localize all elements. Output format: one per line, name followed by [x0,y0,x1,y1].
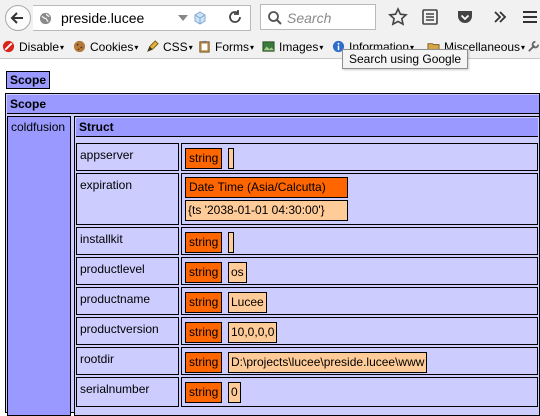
scope-key-cell: coldfusion [7,116,71,416]
struct-row-value: string [181,143,538,171]
type-tag[interactable]: string [185,322,223,343]
scope-header-collapsed[interactable]: Scope [6,71,50,89]
type-tag[interactable]: string [185,382,223,403]
devbar-item-cookies[interactable]: Cookies▾ [73,40,138,54]
value-tag [228,148,234,169]
pocket-icon[interactable] [455,7,475,27]
struct-row-value: string [181,227,538,255]
search-tooltip: Search using Google [342,49,469,69]
struct-row-value: string D:\projects\lucee\preside.lucee\w… [181,347,538,375]
struct-row-value: string 0 [181,377,538,407]
struct-row-value: string 10,0,0,0 [181,317,538,345]
cube-icon[interactable] [193,11,207,25]
reading-list-icon[interactable] [420,7,440,27]
back-arrow-icon [10,12,23,24]
no-entry-icon [2,40,15,53]
devbar-label: CSS [163,40,188,54]
struct-row-key[interactable]: appserver [76,143,179,171]
struct-row-value: string Lucee [181,287,538,315]
cookie-icon [73,40,86,53]
devbar-label: Cookies [90,40,134,54]
globe-icon [39,12,52,25]
clipboard-icon [199,40,210,53]
back-button[interactable] [5,5,31,31]
struct-row-key[interactable]: productlevel [76,257,179,285]
struct-row-value: string os [181,257,538,285]
struct-row-key[interactable]: serialnumber [76,377,179,407]
reload-icon[interactable] [227,9,243,25]
search-icon [268,11,282,25]
struct-row-key[interactable]: installkit [76,227,179,255]
type-tag[interactable]: string [185,292,223,313]
struct-header[interactable]: Struct [76,118,538,137]
value-tag [228,232,234,253]
struct-row-key[interactable]: productname [76,287,179,315]
search-placeholder: Search [287,10,332,26]
value-tag: D:\projects\lucee\preside.lucee\www [228,352,428,373]
scope-key-label: coldfusion [11,120,66,134]
navigation-toolbar: preside.lucee Search [0,0,540,35]
scope-table: Scope coldfusion Struct appserver string… [5,93,540,416]
type-tag[interactable]: string [185,262,223,283]
type-tag[interactable]: string [185,352,223,373]
url-text: preside.lucee [61,10,145,26]
type-tag[interactable]: Date Time (Asia/Calcutta) [185,177,348,198]
struct-row-key[interactable]: expiration [76,173,179,225]
struct-row-key[interactable]: rootdir [76,347,179,375]
pencil-icon [147,40,159,52]
address-bar[interactable]: preside.lucee [33,5,251,31]
value-tag: {ts '2038-01-01 04:30:00'} [185,200,348,221]
search-bar[interactable]: Search [260,4,376,30]
image-icon [262,41,275,52]
devbar-item-images[interactable]: Images▾ [262,40,323,54]
devbar-label: Images [279,40,319,54]
devbar-item-disable[interactable]: Disable▾ [2,40,64,54]
value-tag: Lucee [228,292,267,313]
devbar-label: Disable [19,40,60,54]
value-tag: 0 [228,382,241,403]
value-tag: 10,0,0,0 [228,322,278,343]
value-tag: os [228,262,247,283]
devbar-item-forms[interactable]: Forms▾ [198,40,254,54]
struct-row-key[interactable]: productversion [76,317,179,345]
type-tag[interactable]: string [185,232,223,253]
struct-row-value: Date Time (Asia/Calcutta) {ts '2038-01-0… [181,173,538,225]
type-tag[interactable]: string [185,148,223,169]
devbar-label: Forms [215,40,249,54]
dropdown-arrow-icon[interactable] [178,15,188,21]
scope-header[interactable]: Scope [7,95,539,114]
overflow-chevron-icon[interactable] [490,7,510,27]
menu-icon[interactable] [520,7,540,27]
bookmark-star-icon[interactable] [388,7,408,27]
struct-table: Struct appserver string expiration Date … [74,116,540,416]
devbar-item-css[interactable]: CSS▾ [146,40,193,54]
wrench-icon[interactable] [527,40,540,53]
